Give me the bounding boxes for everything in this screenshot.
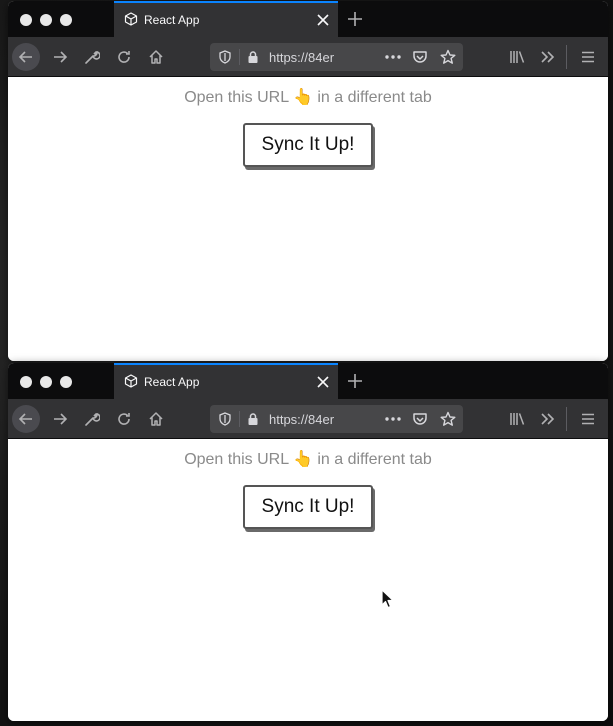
reload-button[interactable] bbox=[110, 43, 138, 71]
minimize-window-button[interactable] bbox=[40, 376, 52, 388]
pocket-icon[interactable] bbox=[412, 49, 428, 65]
page-content: Open this URL 👆 in a different tab Sync … bbox=[8, 439, 608, 721]
nav-toolbar: https://84er bbox=[8, 399, 608, 439]
library-button[interactable] bbox=[504, 405, 532, 433]
url-text[interactable]: https://84er bbox=[269, 50, 379, 65]
zoom-window-button[interactable] bbox=[60, 376, 72, 388]
close-icon[interactable] bbox=[316, 13, 330, 27]
tab-react-app[interactable]: React App bbox=[114, 1, 338, 37]
library-icon bbox=[509, 49, 527, 65]
library-button[interactable] bbox=[504, 43, 532, 71]
reload-icon bbox=[116, 411, 132, 427]
shield-icon[interactable] bbox=[218, 50, 232, 64]
hamburger-icon bbox=[580, 49, 596, 65]
hint-text: Open this URL 👆 in a different tab bbox=[184, 89, 432, 106]
back-arrow-icon bbox=[18, 411, 34, 427]
plus-icon[interactable] bbox=[346, 372, 364, 390]
toolbar-separator bbox=[566, 45, 567, 69]
url-separator bbox=[239, 411, 240, 427]
star-icon[interactable] bbox=[440, 411, 456, 427]
shield-icon[interactable] bbox=[218, 412, 232, 426]
home-icon bbox=[148, 411, 164, 427]
library-icon bbox=[509, 411, 527, 427]
tools-button[interactable] bbox=[78, 43, 106, 71]
forward-button[interactable] bbox=[46, 43, 74, 71]
overflow-button[interactable] bbox=[534, 43, 562, 71]
home-button[interactable] bbox=[142, 43, 170, 71]
tab-bar: React App bbox=[8, 363, 608, 399]
lock-icon[interactable] bbox=[246, 50, 260, 64]
pocket-icon[interactable] bbox=[412, 411, 428, 427]
hamburger-icon bbox=[580, 411, 596, 427]
tab-react-app[interactable]: React App bbox=[114, 363, 338, 399]
home-icon bbox=[148, 49, 164, 65]
tab-title: React App bbox=[144, 13, 200, 27]
more-icon[interactable] bbox=[384, 50, 402, 64]
close-icon[interactable] bbox=[316, 375, 330, 389]
toolbar-separator bbox=[566, 407, 567, 431]
menu-button[interactable] bbox=[574, 405, 602, 433]
menu-button[interactable] bbox=[574, 43, 602, 71]
home-button[interactable] bbox=[142, 405, 170, 433]
lock-icon[interactable] bbox=[246, 412, 260, 426]
browser-window-top: React App https://84er Open this URL 👆 i… bbox=[8, 1, 608, 361]
url-text[interactable]: https://84er bbox=[269, 412, 379, 427]
close-window-button[interactable] bbox=[20, 376, 32, 388]
more-icon[interactable] bbox=[384, 412, 402, 426]
forward-arrow-icon bbox=[52, 49, 68, 65]
tools-button[interactable] bbox=[78, 405, 106, 433]
forward-button[interactable] bbox=[46, 405, 74, 433]
wrench-icon bbox=[84, 49, 100, 65]
cube-icon bbox=[124, 374, 138, 388]
back-button[interactable] bbox=[12, 43, 40, 71]
overflow-icon bbox=[540, 411, 556, 427]
url-separator bbox=[239, 49, 240, 65]
mouse-cursor-icon bbox=[381, 589, 395, 609]
page-content: Open this URL 👆 in a different tab Sync … bbox=[8, 77, 608, 361]
reload-button[interactable] bbox=[110, 405, 138, 433]
overflow-button[interactable] bbox=[534, 405, 562, 433]
tab-bar: React App bbox=[8, 1, 608, 37]
tab-title: React App bbox=[144, 375, 200, 389]
reload-icon bbox=[116, 49, 132, 65]
back-button[interactable] bbox=[12, 405, 40, 433]
sync-button[interactable]: Sync It Up! bbox=[243, 485, 373, 529]
sync-button[interactable]: Sync It Up! bbox=[243, 123, 373, 167]
back-arrow-icon bbox=[18, 49, 34, 65]
zoom-window-button[interactable] bbox=[60, 14, 72, 26]
url-bar[interactable]: https://84er bbox=[210, 405, 463, 433]
browser-window-bottom: React App https://84er Open this URL 👆 i… bbox=[8, 363, 608, 721]
forward-arrow-icon bbox=[52, 411, 68, 427]
hint-text: Open this URL 👆 in a different tab bbox=[184, 451, 432, 468]
close-window-button[interactable] bbox=[20, 14, 32, 26]
plus-icon[interactable] bbox=[346, 10, 364, 28]
star-icon[interactable] bbox=[440, 49, 456, 65]
wrench-icon bbox=[84, 411, 100, 427]
nav-toolbar: https://84er bbox=[8, 37, 608, 77]
url-bar[interactable]: https://84er bbox=[210, 43, 463, 71]
minimize-window-button[interactable] bbox=[40, 14, 52, 26]
overflow-icon bbox=[540, 49, 556, 65]
cube-icon bbox=[124, 12, 138, 26]
